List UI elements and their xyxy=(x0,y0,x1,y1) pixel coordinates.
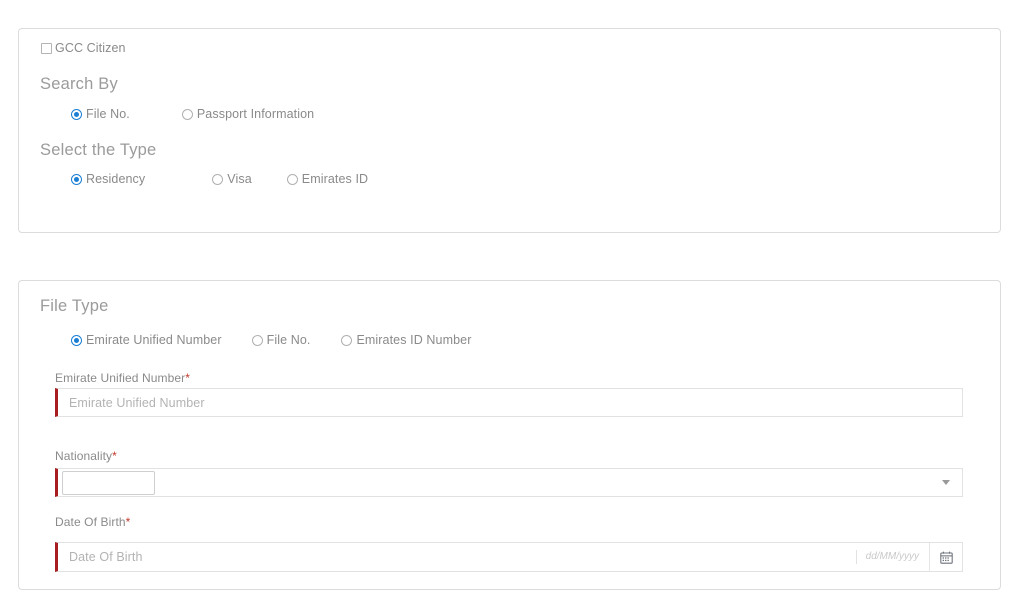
nationality-label: Nationality* xyxy=(55,449,117,463)
radio-option-passport-information[interactable]: Passport Information xyxy=(182,107,314,121)
file-type-radio-group[interactable]: Emirate Unified Number File No. Emirates… xyxy=(71,333,472,347)
radio-visa-icon[interactable] xyxy=(212,174,223,185)
radio-option-emirates-id[interactable]: Emirates ID xyxy=(287,172,368,186)
radio-residency-label: Residency xyxy=(86,172,145,186)
radio-passport-information-icon[interactable] xyxy=(182,109,193,120)
date-of-birth-label-text: Date Of Birth xyxy=(55,515,126,529)
radio-option-emirates-id-number[interactable]: Emirates ID Number xyxy=(341,333,471,347)
select-type-radio-group[interactable]: Residency Visa Emirates ID xyxy=(71,172,368,186)
radio-file-no-label: File No. xyxy=(86,107,130,121)
radio-residency-icon[interactable] xyxy=(71,174,82,185)
page-root: GCC Citizen Search By File No. Passport … xyxy=(0,0,1024,601)
chevron-down-icon[interactable] xyxy=(942,480,950,485)
unified-number-input[interactable]: Emirate Unified Number xyxy=(55,388,963,417)
file-type-card: File Type Emirate Unified Number File No… xyxy=(18,280,1001,590)
unified-number-label: Emirate Unified Number* xyxy=(55,371,190,385)
radio-option-emirate-unified-number[interactable]: Emirate Unified Number xyxy=(71,333,222,347)
search-by-radio-group[interactable]: File No. Passport Information xyxy=(71,107,314,121)
radio-passport-information-label: Passport Information xyxy=(197,107,314,121)
gcc-citizen-label: GCC Citizen xyxy=(55,41,126,55)
radio-file-no-2-label: File No. xyxy=(267,333,311,347)
radio-option-file-no[interactable]: File No. xyxy=(71,107,130,121)
file-type-heading: File Type xyxy=(40,297,108,316)
unified-number-label-text: Emirate Unified Number xyxy=(55,371,185,385)
nationality-select[interactable]: Please Select xyxy=(55,468,963,497)
calendar-picker-button[interactable] xyxy=(929,543,962,571)
unified-number-required-asterisk: * xyxy=(185,371,190,385)
calendar-icon xyxy=(940,551,953,564)
date-of-birth-placeholder: Date Of Birth xyxy=(58,550,856,564)
date-of-birth-required-asterisk: * xyxy=(126,515,131,529)
radio-emirates-id-number-icon[interactable] xyxy=(341,335,352,346)
nationality-search-input[interactable] xyxy=(62,471,155,495)
radio-visa-label: Visa xyxy=(227,172,252,186)
date-format-hint: dd/MM/yyyy xyxy=(856,550,929,564)
nationality-required-asterisk: * xyxy=(112,449,117,463)
gcc-citizen-checkbox-row[interactable]: GCC Citizen xyxy=(41,41,126,55)
search-by-heading: Search By xyxy=(40,75,118,94)
radio-emirate-unified-number-icon[interactable] xyxy=(71,335,82,346)
radio-file-no-2-icon[interactable] xyxy=(252,335,263,346)
radio-option-visa[interactable]: Visa xyxy=(212,172,252,186)
date-of-birth-label: Date Of Birth* xyxy=(55,515,130,529)
search-criteria-card: GCC Citizen Search By File No. Passport … xyxy=(18,28,1001,233)
gcc-citizen-checkbox[interactable] xyxy=(41,43,52,54)
radio-file-no-icon[interactable] xyxy=(71,109,82,120)
select-the-type-heading: Select the Type xyxy=(40,141,156,160)
radio-emirate-unified-number-label: Emirate Unified Number xyxy=(86,333,222,347)
unified-number-placeholder: Emirate Unified Number xyxy=(58,396,962,410)
radio-option-residency[interactable]: Residency xyxy=(71,172,145,186)
radio-option-file-no-2[interactable]: File No. xyxy=(252,333,311,347)
radio-emirates-id-label: Emirates ID xyxy=(302,172,368,186)
radio-emirates-id-number-label: Emirates ID Number xyxy=(356,333,471,347)
date-of-birth-input[interactable]: Date Of Birth dd/MM/yyyy xyxy=(55,542,963,572)
nationality-label-text: Nationality xyxy=(55,449,112,463)
nationality-selected-text: Please Select xyxy=(58,476,942,490)
radio-emirates-id-icon[interactable] xyxy=(287,174,298,185)
